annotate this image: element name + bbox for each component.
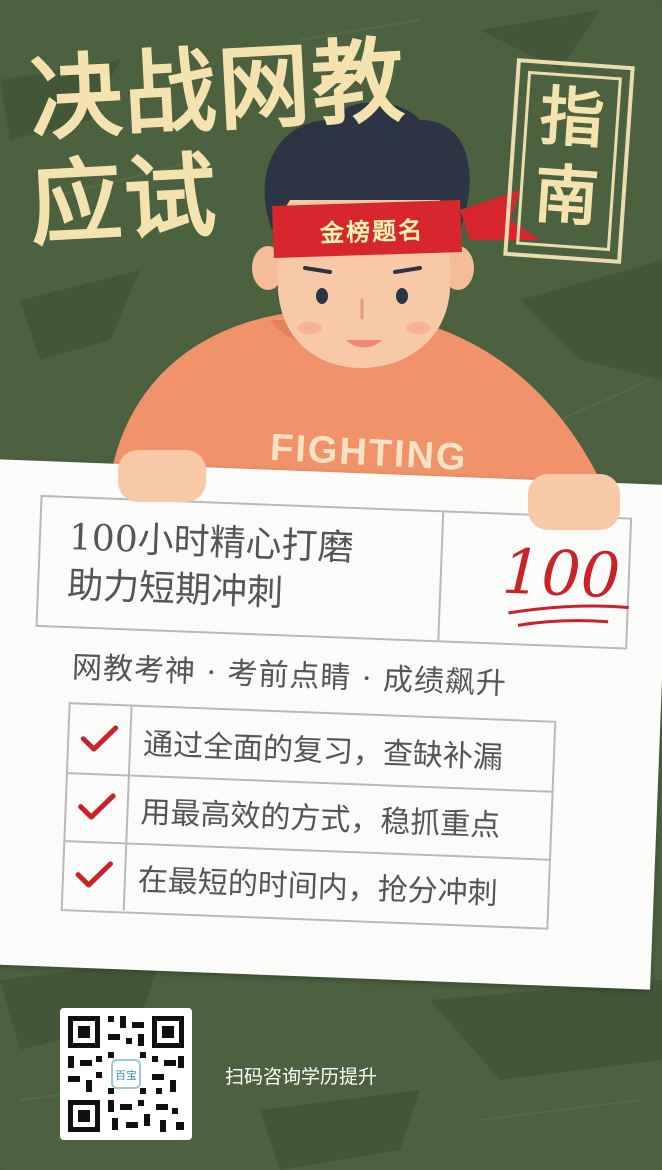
qr-center-label: 百宝 (115, 1068, 137, 1082)
check-cell (62, 840, 128, 911)
score-text: 100 (501, 535, 622, 612)
checklist: 通过全面的复习，查缺补漏 用最高效的方式，稳抓重点 在最短的时间内，抢分冲刺 (60, 702, 557, 930)
check-cell (65, 772, 130, 843)
list-item-text: 在最短的时间内，抢分冲刺 (137, 862, 499, 912)
score-mark: 100 (501, 535, 629, 627)
list-item-text: 通过全面的复习，查缺补漏 (142, 727, 504, 776)
check-icon (80, 725, 119, 752)
headline-line-2: 助力短期冲刺 (66, 565, 284, 615)
scan-prompt: 扫码咨询学历提升 (225, 1067, 378, 1088)
check-cell (67, 704, 133, 775)
check-icon (75, 861, 113, 888)
list-item-text: 用最高效的方式，稳抓重点 (139, 794, 501, 844)
right-hand (528, 474, 620, 530)
qr-code[interactable]: 百宝 (60, 1008, 192, 1140)
score-divider (437, 512, 445, 641)
slogan: 网教考神 · 考前点睛 · 成绩飙升 (71, 650, 508, 702)
check-icon (78, 793, 116, 820)
guide-text: 指南 (531, 78, 607, 237)
poster: 金榜题名 FIGHTING 决战网教 应试 指南 100小时精心打磨 助力短期冲… (0, 0, 662, 1170)
headband-text: 金榜题名 (319, 215, 425, 248)
title-line-1: 决战网教 (27, 26, 409, 154)
left-hand (118, 450, 206, 502)
title-line-2: 应试 (27, 141, 221, 259)
exam-card: 100小时精心打磨 助力短期冲刺 100 网教考神 · 考前点睛 · 成绩飙升 … (0, 459, 662, 990)
